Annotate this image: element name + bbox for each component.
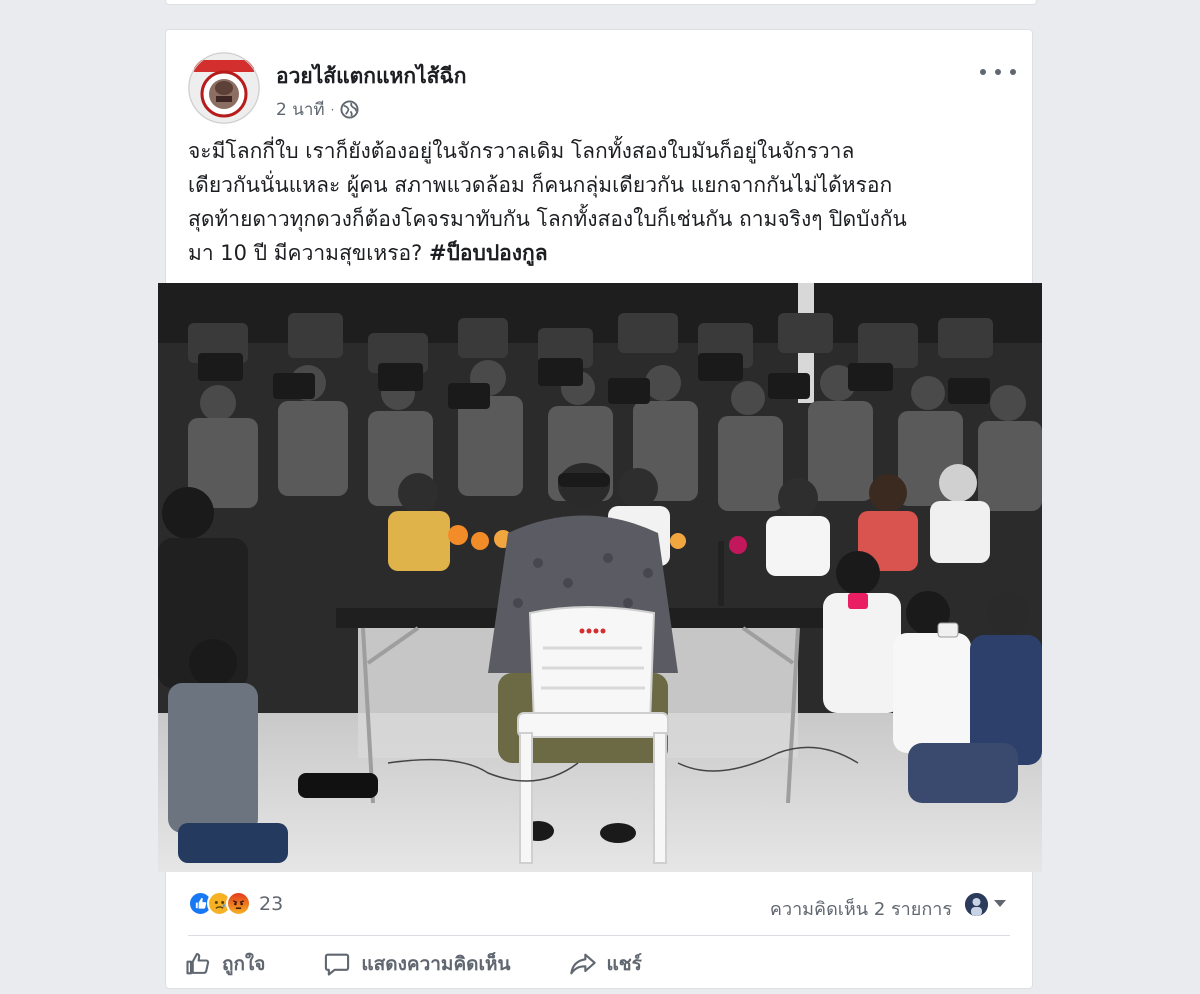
viewer-avatar-image (965, 893, 988, 916)
action-bar: ถูกใจ แสดงความคิดเห็น แชร์ (184, 942, 1010, 986)
more-dot (1010, 69, 1016, 75)
post-card: อวยไส้แตกแหกไส้ฉีก 2 นาที · จะมีโลกกี่ใบ… (158, 29, 1042, 989)
more-options-icon[interactable] (980, 60, 1016, 84)
viewer-avatar[interactable] (965, 893, 988, 916)
comment-button[interactable]: แสดงความคิดเห็น (323, 949, 511, 979)
globe-icon[interactable] (340, 100, 359, 119)
page-avatar[interactable] (188, 52, 260, 124)
post-text-line: มา 10 ปี มีความสุขเหรอ? (188, 241, 423, 265)
angry-face-icon (232, 900, 245, 909)
reactions-bar: 23 ความคิดเห็น 2 รายการ (188, 888, 1008, 924)
comment-bubble-icon (325, 953, 350, 976)
more-dot (980, 69, 986, 75)
post-text-line: จะมีโลกกี่ใบ เราก็ยังต้องอยู่ในจักรวาลเด… (188, 139, 855, 163)
like-button-label: ถูกใจ (222, 953, 266, 975)
previous-post-card-edge (165, 0, 1037, 5)
more-dot (995, 69, 1001, 75)
angry-reaction-icon (226, 891, 251, 916)
meta-separator: · (330, 102, 335, 117)
press-conference-photo (158, 283, 1042, 872)
post-timestamp[interactable]: 2 นาที (276, 96, 325, 123)
post-text-line: สุดท้ายดาวทุกดวงก็ต้องโคจรมาทับกัน โลกทั… (188, 207, 907, 231)
post-photo[interactable] (158, 283, 1042, 872)
thumbs-up-icon (186, 953, 210, 975)
share-button[interactable]: แชร์ (569, 949, 642, 979)
thumbs-up-icon (195, 897, 207, 909)
reaction-summary[interactable]: 23 (188, 891, 283, 916)
post-header: อวยไส้แตกแหกไส้ฉีก 2 นาที · (188, 52, 1016, 124)
hashtag-link[interactable]: #ป็อบปองกูล (429, 241, 548, 265)
comment-button-label: แสดงความคิดเห็น (361, 953, 511, 975)
page-name[interactable]: อวยไส้แตกแหกไส้ฉีก (276, 60, 466, 93)
share-button-label: แชร์ (606, 953, 642, 975)
action-divider (188, 935, 1010, 936)
avatar-logo-image (188, 52, 260, 124)
reaction-count: 23 (259, 892, 284, 915)
post-text-line: เดียวกันนั่นแหละ ผู้คน สภาพแวดล้อม ก็คนก… (188, 173, 893, 197)
chevron-down-icon[interactable] (994, 900, 1006, 907)
post-meta: 2 นาที · (276, 96, 359, 123)
post-body-text: จะมีโลกกี่ใบ เราก็ยังต้องอยู่ในจักรวาลเด… (188, 134, 1008, 270)
comment-count-link[interactable]: ความคิดเห็น 2 รายการ (770, 894, 952, 923)
post-text-line-last: มา 10 ปี มีความสุขเหรอ? #ป็อบปองกูล (188, 236, 1008, 270)
like-button[interactable]: ถูกใจ (184, 949, 265, 979)
share-arrow-icon (569, 953, 596, 975)
